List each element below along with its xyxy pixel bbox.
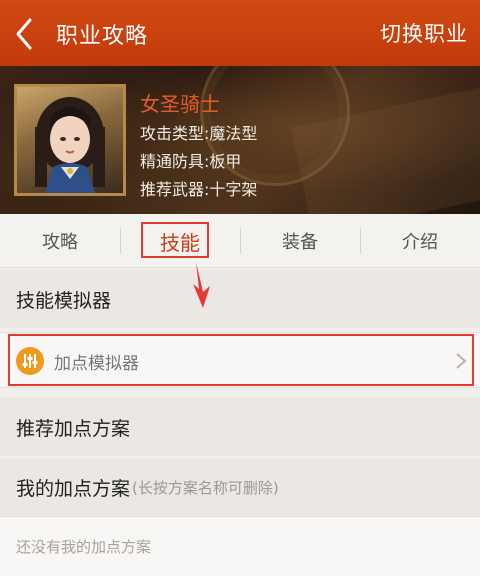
tab-guide[interactable]: 攻略 <box>0 214 120 268</box>
top-bar: 职业攻略 切换职业 <box>0 0 480 66</box>
armor-text: 精通防具:板甲 <box>140 152 242 171</box>
tab-highlight-box <box>141 222 209 258</box>
annotation-arrow-icon <box>193 262 210 308</box>
tab-intro[interactable]: 介绍 <box>360 214 480 268</box>
my-plans-heading: 我的加点方案 (长按方案名称可删除) <box>0 458 480 516</box>
my-plans-hint: (长按方案名称可删除) <box>132 478 279 497</box>
row-highlight-box <box>8 334 474 386</box>
class-hero-banner: 女圣骑士 攻击类型:魔法型 精通防具:板甲 推荐武器:十字架 <box>0 66 480 214</box>
skill-simulator-heading: 技能模拟器 <box>0 270 480 328</box>
recommended-plans-heading: 推荐加点方案 <box>0 398 480 456</box>
weapon-text: 推荐武器:十字架 <box>140 180 258 199</box>
class-portrait <box>14 84 126 196</box>
class-name: 女圣骑士 <box>140 92 220 116</box>
page-title: 职业攻略 <box>56 24 149 49</box>
tab-bar: 攻略 技能 装备 介绍 <box>0 214 480 268</box>
empty-plans-text: 还没有我的加点方案 <box>0 516 480 576</box>
switch-class-button[interactable]: 切换职业 <box>380 18 468 48</box>
tab-equipment[interactable]: 装备 <box>240 214 360 268</box>
attack-type-text: 攻击类型:魔法型 <box>140 124 258 143</box>
my-plans-title: 我的加点方案 <box>16 477 131 500</box>
back-arrow-icon[interactable] <box>8 14 40 54</box>
